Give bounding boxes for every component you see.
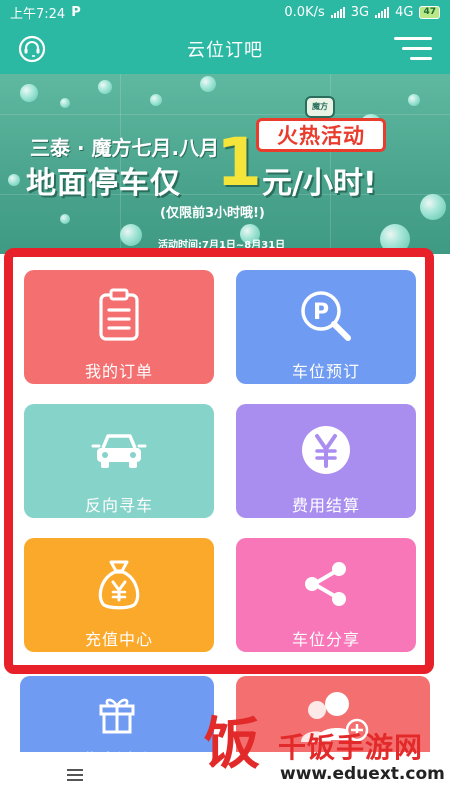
parking-search-icon: P [301,291,351,341]
watermark-name: 千饭手游网 [278,731,424,764]
signal-icon [330,6,345,18]
site-watermark: 饭 千饭手游网 www.eduext.com [196,716,450,797]
tile-top-up[interactable]: 充值中心 [24,538,214,652]
yen-coin-icon [302,426,350,474]
money-bag-icon [98,560,140,610]
parking-app-icon: P [71,4,81,20]
clock: 上午7:24 [10,6,66,22]
tile-parking-reservation[interactable]: P 车位预订 [236,270,416,384]
recent-apps-icon[interactable] [67,768,83,781]
menu-icon[interactable] [394,37,432,61]
banner-line1: 三泰 · 魔方七月.八月 [30,136,220,160]
tile-find-car[interactable]: 反向寻车 [24,404,214,518]
network-type-1: 3G [350,4,370,20]
gift-icon [99,698,135,734]
watermark-logo: 饭 [204,711,260,777]
page-title: 云位订吧 [187,40,263,61]
car-mascot-icon: 魔方 [305,96,335,118]
banner-headline: 地面停车仅 [26,166,181,201]
tile-my-orders[interactable]: 我的订单 [24,270,214,384]
svg-text:P: P [313,300,329,325]
app-header: 云位订吧 [0,24,450,74]
tile-label: 车位预订 [291,362,360,381]
tile-fee-settlement[interactable]: 费用结算 [236,404,416,518]
tile-label: 费用结算 [291,496,360,515]
tile-label: 车位分享 [291,630,360,649]
battery-icon: 47 [419,5,440,19]
network-type-2: 4G [395,4,414,20]
signal-icon-2 [375,6,390,18]
car-icon [91,434,147,468]
network-speed: 0.0K/s [284,4,325,20]
clipboard-icon [99,288,139,341]
watermark-url: www.eduext.com [280,764,445,784]
tile-label: 充值中心 [84,630,153,649]
banner-note: (仅限前3小时哦!) [160,206,265,221]
banner-price: 1 [216,124,262,201]
banner-price-unit: 元/小时! [262,166,377,201]
tile-label: 我的订单 [84,362,153,381]
promo-banner[interactable]: 魔方 三泰 · 魔方七月.八月 火热活动 地面停车仅 1 元/小时! (仅限前3… [0,74,450,254]
tile-parking-share[interactable]: 车位分享 [236,538,416,652]
tile-label: 反向寻车 [84,496,153,515]
share-icon [305,562,346,606]
banner-period: 活动时间:7月1日~8月31日 [158,240,286,251]
customer-service-icon[interactable] [18,35,46,63]
status-bar: 上午7:24 P 0.0K/s 3G 4G 47 [0,0,450,24]
hot-activity-badge: 火热活动 [256,118,386,152]
